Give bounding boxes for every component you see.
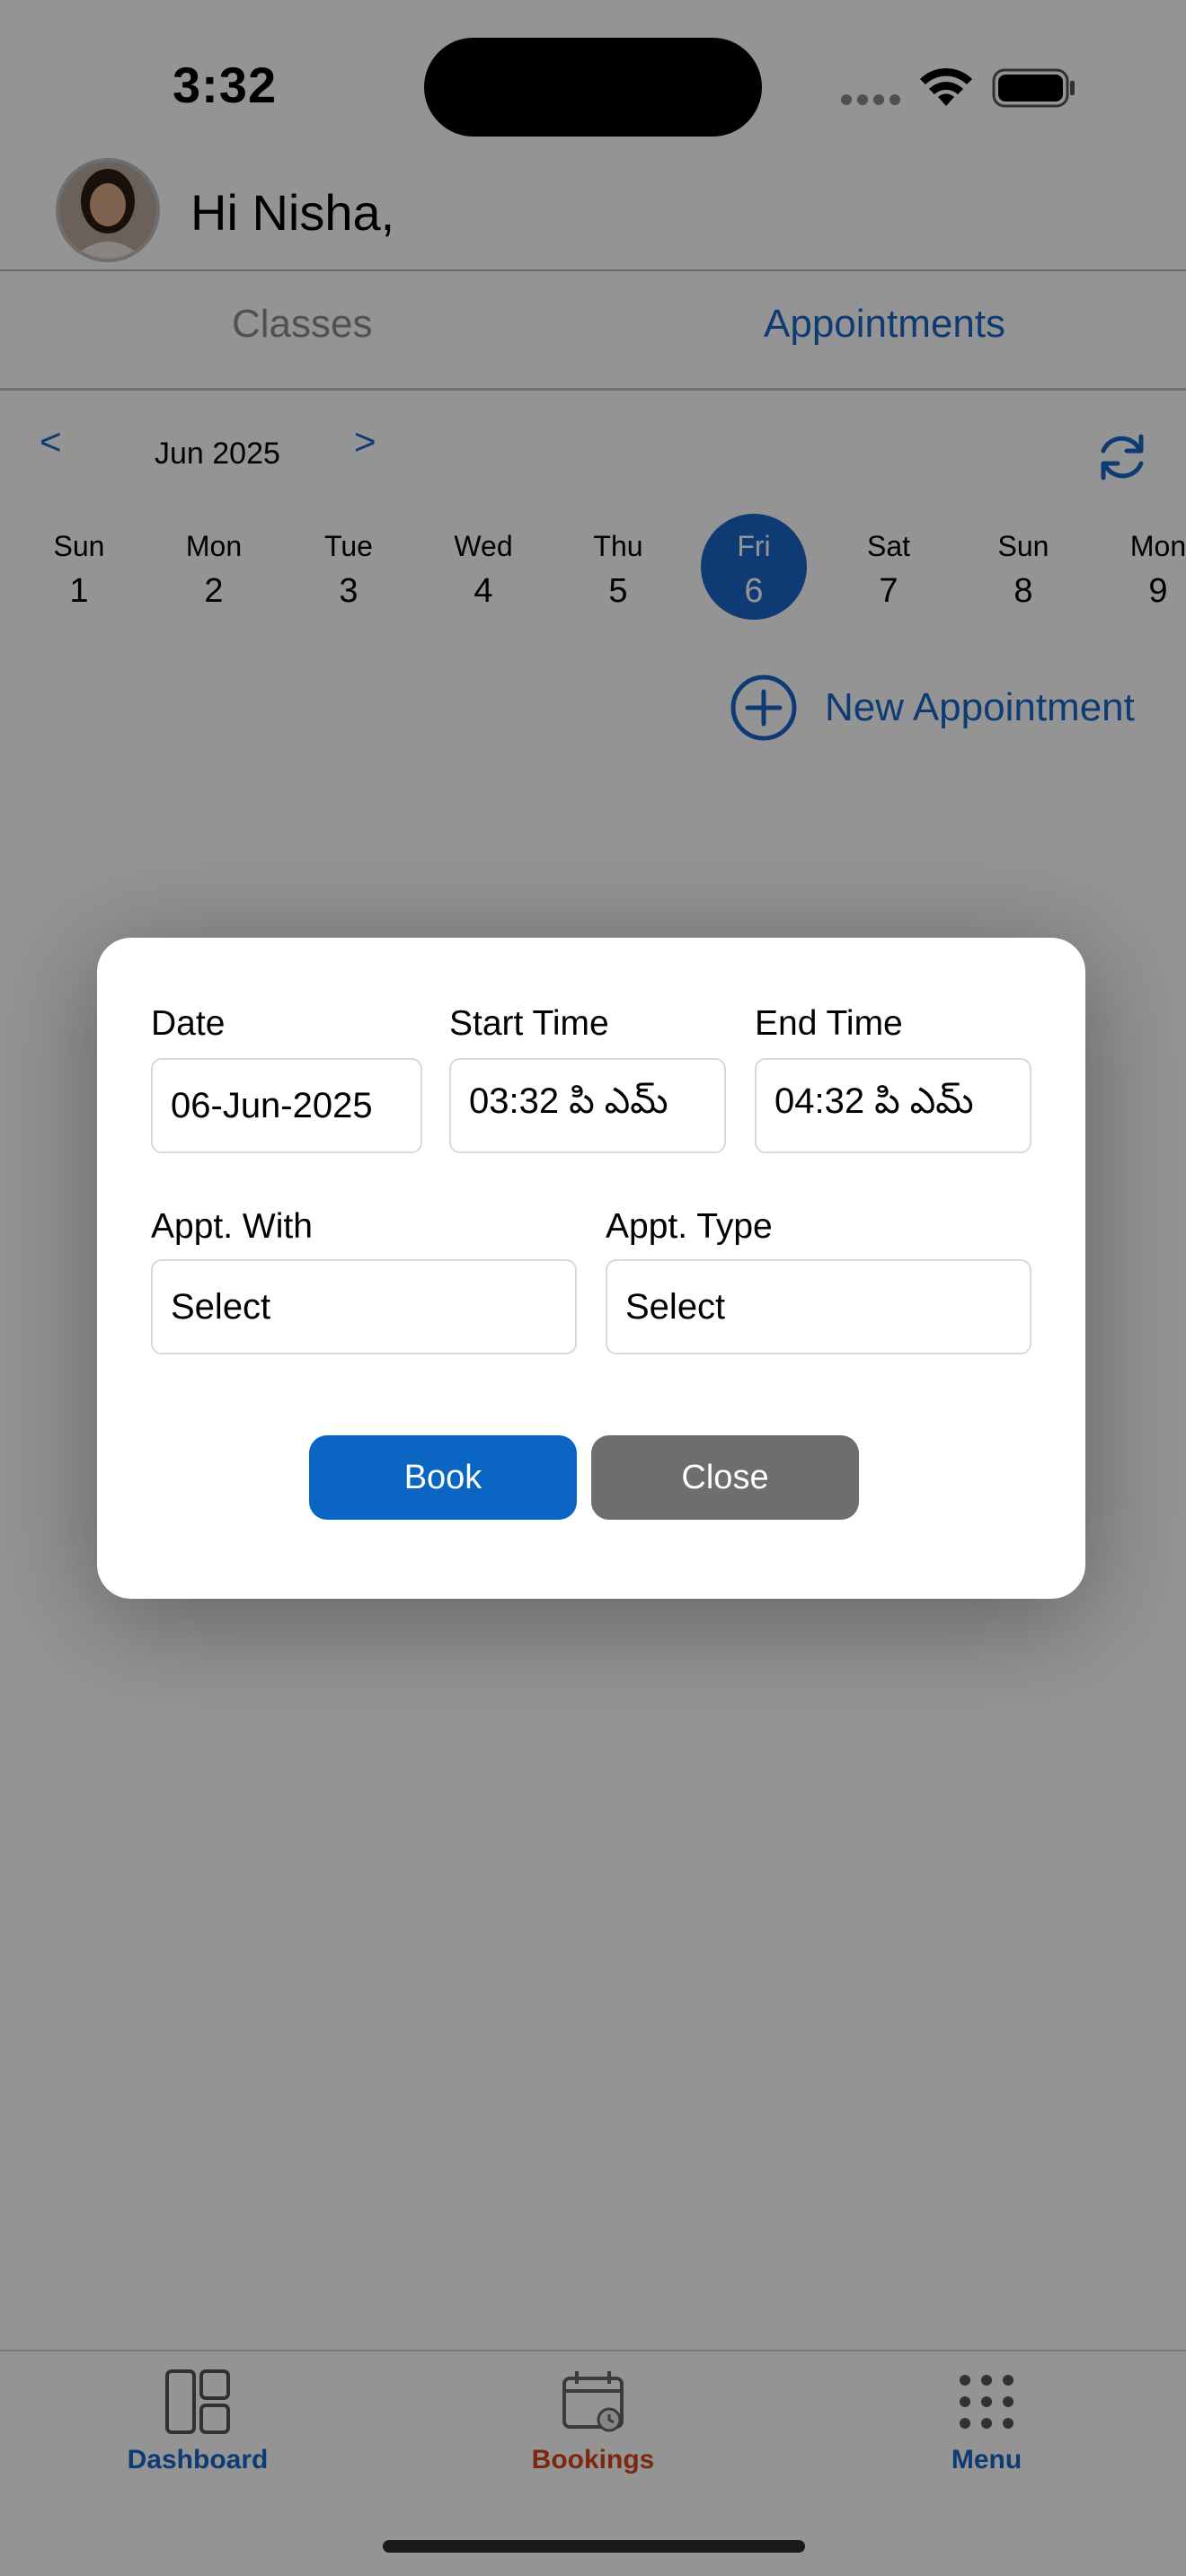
- end-time-field[interactable]: 04:32 పి ఎమ్: [755, 1058, 1031, 1153]
- date-field[interactable]: 06-Jun-2025: [151, 1058, 422, 1153]
- book-button[interactable]: Book: [309, 1435, 577, 1520]
- appt-with-label: Appt. With: [151, 1207, 313, 1246]
- start-time-field[interactable]: 03:32 పి ఎమ్: [449, 1058, 726, 1153]
- date-label: Date: [151, 1004, 226, 1043]
- start-time-label: Start Time: [449, 1004, 609, 1043]
- home-indicator: [383, 2540, 805, 2553]
- appt-type-label: Appt. Type: [606, 1207, 773, 1246]
- close-button[interactable]: Close: [591, 1435, 859, 1520]
- appt-type-select[interactable]: Select: [606, 1259, 1031, 1354]
- end-time-label: End Time: [755, 1004, 903, 1043]
- appt-with-select[interactable]: Select: [151, 1259, 577, 1354]
- appointment-dialog: Date 06-Jun-2025 Start Time 03:32 పి ఎమ్…: [97, 938, 1085, 1599]
